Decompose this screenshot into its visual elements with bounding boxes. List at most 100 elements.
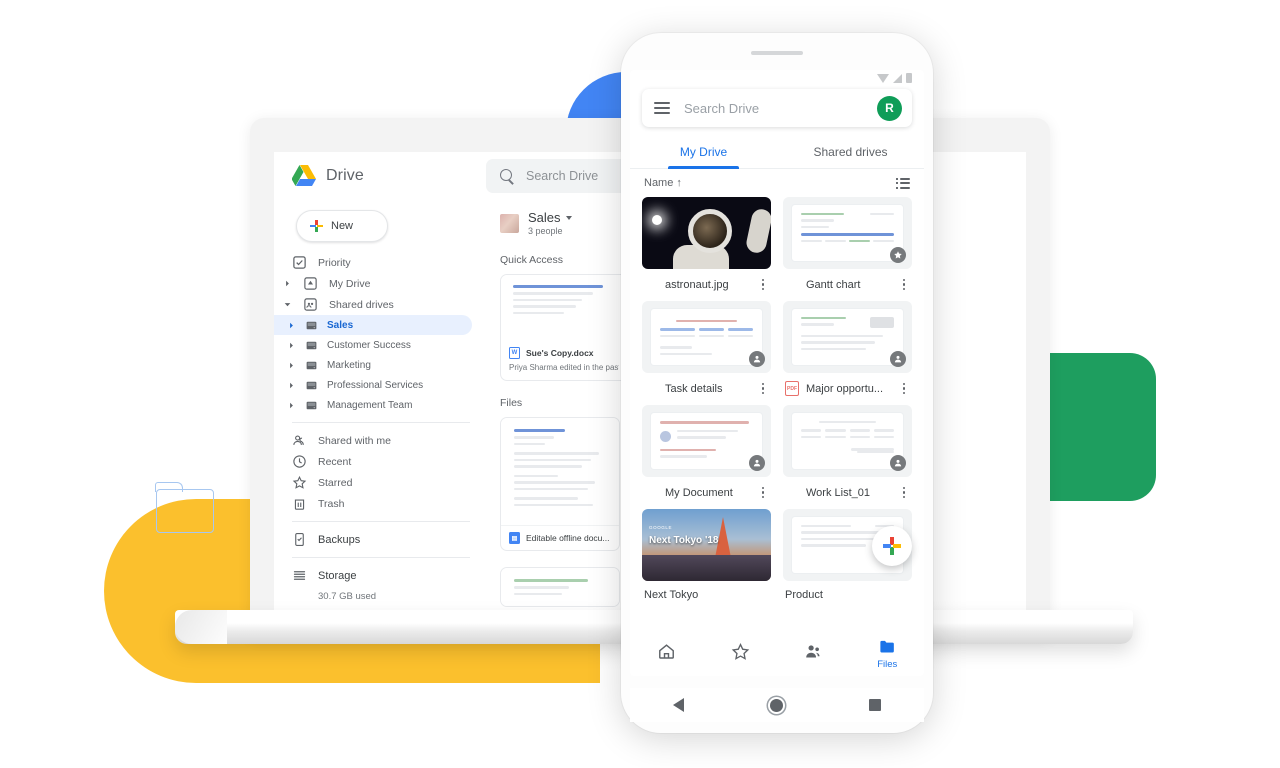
file-item[interactable]: X Work List_01 bbox=[783, 405, 912, 500]
new-button[interactable]: New bbox=[296, 210, 388, 242]
create-new-fab-button[interactable] bbox=[872, 526, 912, 566]
tab-shared-drives[interactable]: Shared drives bbox=[777, 135, 924, 168]
drive-folder-icon bbox=[305, 359, 318, 372]
drive-folder-icon bbox=[305, 339, 318, 352]
file-name: Work List_01 bbox=[806, 486, 870, 499]
signal-icon bbox=[893, 73, 902, 83]
file-card[interactable] bbox=[500, 567, 620, 607]
more-options-icon[interactable] bbox=[898, 486, 910, 499]
phone-speaker bbox=[751, 51, 803, 55]
chevron-right-icon[interactable] bbox=[283, 280, 292, 287]
sidebar-item-starred[interactable]: Starred bbox=[274, 472, 486, 493]
hamburger-menu-icon[interactable] bbox=[654, 102, 670, 114]
file-item[interactable]: Gantt chart bbox=[783, 197, 912, 292]
thumbnail-title: Next Tokyo '18 bbox=[649, 535, 719, 546]
sidebar-item-trash[interactable]: Trash bbox=[274, 493, 486, 514]
file-card[interactable]: ▤ Editable offline docu... bbox=[500, 417, 620, 551]
sun-flare bbox=[652, 215, 662, 225]
file-item[interactable]: P My Document bbox=[642, 405, 771, 500]
file-name-row: PDF Major opportu... bbox=[783, 373, 912, 396]
chevron-down-icon[interactable] bbox=[283, 301, 292, 308]
more-options-icon[interactable] bbox=[757, 278, 769, 291]
sidebar-item-marketing[interactable]: Marketing bbox=[274, 355, 486, 375]
backup-device-icon bbox=[292, 532, 307, 547]
sidebar-item-shared-with-me[interactable]: Shared with me bbox=[274, 430, 486, 451]
sidebar-item-professional-services[interactable]: Professional Services bbox=[274, 375, 486, 395]
file-item[interactable]: astronaut.jpg bbox=[642, 197, 771, 292]
excel-file-icon: X bbox=[789, 489, 795, 496]
drive-folder-icon bbox=[305, 379, 318, 392]
sidebar-label: Priority bbox=[318, 256, 351, 269]
sidebar-item-priority[interactable]: Priority bbox=[274, 252, 486, 273]
file-item[interactable]: W Task details bbox=[642, 301, 771, 396]
sidebar-item-my-drive[interactable]: My Drive bbox=[274, 273, 486, 294]
file-name-row: astronaut.jpg bbox=[642, 269, 771, 292]
bottom-nav-shared[interactable] bbox=[777, 642, 851, 664]
quick-access-card[interactable]: W Sue's Copy.docx Priya Sharma edited in… bbox=[500, 274, 628, 381]
back-icon[interactable] bbox=[673, 698, 684, 712]
sidebar-label: Customer Success bbox=[327, 339, 411, 351]
chevron-right-icon[interactable] bbox=[287, 342, 296, 349]
more-options-icon[interactable] bbox=[898, 278, 910, 291]
drive-brand: Drive bbox=[274, 165, 486, 187]
bottom-nav-starred[interactable] bbox=[704, 642, 778, 664]
starred-badge-icon bbox=[890, 247, 906, 263]
chevron-right-icon[interactable] bbox=[287, 402, 296, 409]
drive-folder-icon bbox=[305, 399, 318, 412]
file-name-row: W Task details bbox=[642, 373, 771, 396]
file-item[interactable]: GOOGLE Next Tokyo '18 Next Tokyo bbox=[642, 509, 771, 601]
phone-device: Search Drive R My Drive Shared drives Na… bbox=[621, 33, 933, 733]
sidebar-item-shared-drives[interactable]: Shared drives bbox=[274, 294, 486, 315]
more-options-icon[interactable] bbox=[757, 486, 769, 499]
bottom-nav-home[interactable] bbox=[630, 642, 704, 664]
sidebar-item-sales[interactable]: Sales bbox=[274, 315, 472, 335]
sidebar-item-backups[interactable]: Backups bbox=[274, 529, 486, 550]
grid-row: GOOGLE Next Tokyo '18 Next Tokyo Product bbox=[642, 509, 912, 601]
phone-search-bar[interactable]: Search Drive R bbox=[642, 89, 912, 127]
card-preview bbox=[501, 418, 619, 525]
docs-file-icon: ▤ bbox=[509, 532, 520, 544]
sidebar-divider bbox=[292, 422, 470, 423]
tab-label: My Drive bbox=[679, 144, 728, 159]
folder-members: 3 people bbox=[528, 226, 563, 236]
storage-used-label: 30.7 GB used bbox=[318, 591, 377, 602]
avatar[interactable]: R bbox=[877, 95, 902, 121]
sidebar-label: Trash bbox=[318, 497, 345, 510]
file-name: Task details bbox=[665, 382, 723, 395]
chevron-down-icon[interactable] bbox=[565, 215, 572, 220]
more-options-icon[interactable] bbox=[898, 382, 910, 395]
star-icon bbox=[292, 475, 307, 490]
recents-icon[interactable] bbox=[869, 699, 881, 711]
list-view-icon[interactable] bbox=[896, 177, 910, 189]
shared-people-icon bbox=[804, 642, 823, 661]
star-icon bbox=[731, 642, 750, 661]
sort-label: Name bbox=[644, 177, 674, 189]
tab-my-drive[interactable]: My Drive bbox=[630, 135, 777, 169]
sidebar-item-storage[interactable]: Storage bbox=[274, 565, 486, 586]
file-item[interactable]: PDF Major opportu... bbox=[783, 301, 912, 396]
file-thumbnail bbox=[642, 301, 771, 373]
file-thumbnail bbox=[783, 405, 912, 477]
home-circle-icon[interactable] bbox=[770, 698, 783, 712]
shared-badge-icon bbox=[749, 455, 765, 471]
file-name-row: Next Tokyo bbox=[642, 581, 771, 601]
folder-icon bbox=[878, 637, 897, 656]
sidebar-item-customer-success[interactable]: Customer Success bbox=[274, 335, 486, 355]
chevron-right-icon[interactable] bbox=[287, 382, 296, 389]
file-thumbnail: GOOGLE Next Tokyo '18 bbox=[642, 509, 771, 581]
sidebar-item-management-team[interactable]: Management Team bbox=[274, 395, 486, 415]
bottom-nav-files[interactable]: Files bbox=[851, 637, 925, 670]
new-button-label: New bbox=[331, 220, 354, 232]
chevron-right-icon[interactable] bbox=[287, 322, 296, 329]
sidebar-item-recent[interactable]: Recent bbox=[274, 451, 486, 472]
file-thumbnail bbox=[642, 197, 771, 269]
more-options-icon[interactable] bbox=[757, 382, 769, 395]
shared-badge-icon bbox=[890, 455, 906, 471]
doc-preview bbox=[792, 412, 903, 470]
file-name: My Document bbox=[665, 486, 733, 499]
doc-preview bbox=[651, 412, 762, 470]
chevron-right-icon[interactable] bbox=[287, 362, 296, 369]
city-skyline bbox=[642, 555, 771, 581]
sort-control[interactable]: Name ↑ bbox=[644, 177, 682, 189]
folder-thumbnail bbox=[500, 213, 519, 233]
